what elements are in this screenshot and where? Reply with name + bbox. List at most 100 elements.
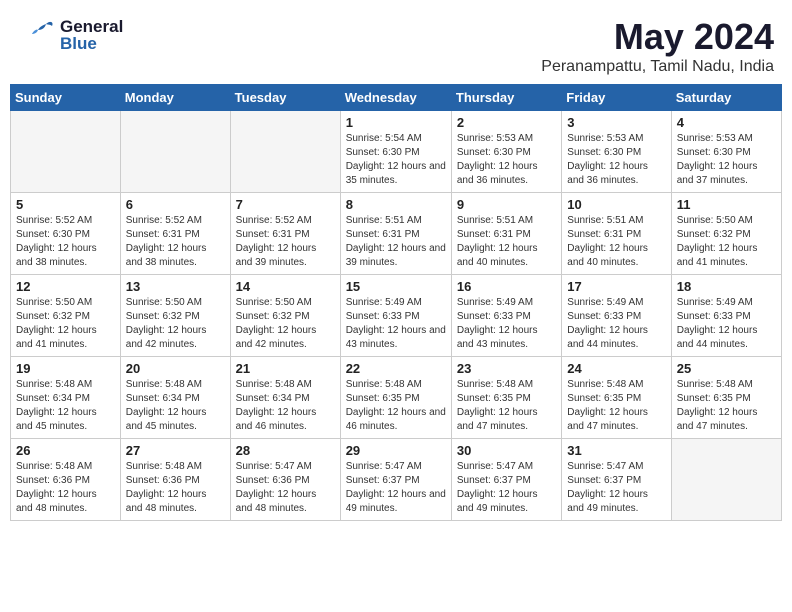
day-number: 30 [457, 443, 556, 458]
calendar-day-cell: 23Sunrise: 5:48 AMSunset: 6:35 PMDayligh… [451, 357, 561, 439]
day-number: 8 [346, 197, 446, 212]
calendar-day-cell: 10 Sunrise: 5:51 AMSunset: 6:31 PMDayligh… [562, 193, 671, 275]
day-number: 9 [457, 197, 556, 212]
calendar-day-cell: 5Sunrise: 5:52 AMSunset: 6:30 PMDaylight… [11, 193, 121, 275]
calendar-day-cell: 31Sunrise: 5:47 AMSunset: 6:37 PMDayligh… [562, 439, 671, 521]
day-number: 26 [16, 443, 115, 458]
day-number: 21 [236, 361, 335, 376]
day-info: Sunrise: 5:51 AMSunset: 6:31 PMDaylight:… [346, 214, 446, 270]
day-info: Sunrise: 5:47 AMSunset: 6:36 PMDaylight:… [236, 460, 335, 516]
weekday-header: Thursday [451, 85, 561, 111]
day-number: 24 [567, 361, 665, 376]
calendar-week-row: 1 Sunrise: 5:54 AMSunset: 6:30 PMDaylight… [11, 111, 782, 193]
day-info: Sunrise: 5:53 AMSunset: 6:30 PMDaylight:… [457, 132, 556, 188]
page-title: May 2024 [541, 16, 774, 58]
day-info: Sunrise: 5:50 AMSunset: 6:32 PMDaylight:… [236, 296, 335, 352]
logo-blue: Blue [60, 35, 123, 52]
calendar-day-cell: 14Sunrise: 5:50 AMSunset: 6:32 PMDayligh… [230, 275, 340, 357]
day-number: 28 [236, 443, 335, 458]
day-info: Sunrise: 5:53 AMSunset: 6:30 PMDaylight:… [677, 132, 776, 188]
day-info: Sunrise: 5:47 AMSunset: 6:37 PMDaylight:… [346, 460, 446, 516]
day-info: Sunrise: 5:47 AMSunset: 6:37 PMDaylight:… [457, 460, 556, 516]
logo-text: General Blue [60, 18, 123, 52]
title-block: May 2024 Peranampattu, Tamil Nadu, India [541, 16, 774, 76]
weekday-header: Tuesday [230, 85, 340, 111]
day-number: 29 [346, 443, 446, 458]
day-info: Sunrise: 5:50 AMSunset: 6:32 PMDaylight:… [126, 296, 225, 352]
calendar-day-cell: 12 Sunrise: 5:50 AMSunset: 6:32 PMDayligh… [11, 275, 121, 357]
calendar-day-cell: 8 Sunrise: 5:51 AMSunset: 6:31 PMDaylight… [340, 193, 451, 275]
day-info: Sunrise: 5:52 AMSunset: 6:31 PMDaylight:… [126, 214, 225, 270]
calendar-day-cell [671, 439, 781, 521]
calendar-day-cell [11, 111, 121, 193]
calendar-day-cell: 19 Sunrise: 5:48 AMSunset: 6:34 PMDayligh… [11, 357, 121, 439]
day-number: 5 [16, 197, 115, 212]
day-info: Sunrise: 5:47 AMSunset: 6:37 PMDaylight:… [567, 460, 665, 516]
day-info: Sunrise: 5:48 AMSunset: 6:34 PMDaylight:… [16, 378, 115, 434]
day-info: Sunrise: 5:48 AMSunset: 6:35 PMDaylight:… [677, 378, 776, 434]
day-number: 4 [677, 115, 776, 130]
day-info: Sunrise: 5:48 AMSunset: 6:34 PMDaylight:… [126, 378, 225, 434]
day-number: 25 [677, 361, 776, 376]
day-info: Sunrise: 5:48 AMSunset: 6:34 PMDaylight:… [236, 378, 335, 434]
day-info: Sunrise: 5:49 AMSunset: 6:33 PMDaylight:… [346, 296, 446, 352]
calendar-day-cell: 11 Sunrise: 5:50 AMSunset: 6:32 PMDayligh… [671, 193, 781, 275]
calendar-day-cell: 17 Sunrise: 5:49 AMSunset: 6:33 PMDayligh… [562, 275, 671, 357]
calendar-day-cell: 16 Sunrise: 5:49 AMSunset: 6:33 PMDayligh… [451, 275, 561, 357]
day-number: 12 [16, 279, 115, 294]
day-info: Sunrise: 5:49 AMSunset: 6:33 PMDaylight:… [457, 296, 556, 352]
day-number: 10 [567, 197, 665, 212]
calendar-day-cell: 22Sunrise: 5:48 AMSunset: 6:35 PMDayligh… [340, 357, 451, 439]
calendar-day-cell: 3 Sunrise: 5:53 AMSunset: 6:30 PMDaylight… [562, 111, 671, 193]
day-info: Sunrise: 5:50 AMSunset: 6:32 PMDaylight:… [677, 214, 776, 270]
day-number: 3 [567, 115, 665, 130]
day-number: 6 [126, 197, 225, 212]
calendar-day-cell: 24 Sunrise: 5:48 AMSunset: 6:35 PMDayligh… [562, 357, 671, 439]
day-number: 11 [677, 197, 776, 212]
day-info: Sunrise: 5:51 AMSunset: 6:31 PMDaylight:… [567, 214, 665, 270]
day-number: 23 [457, 361, 556, 376]
day-number: 22 [346, 361, 446, 376]
day-number: 20 [126, 361, 225, 376]
calendar-day-cell: 9Sunrise: 5:51 AMSunset: 6:31 PMDaylight… [451, 193, 561, 275]
calendar-day-cell: 20 Sunrise: 5:48 AMSunset: 6:34 PMDayligh… [120, 357, 230, 439]
calendar-day-cell: 26 Sunrise: 5:48 AMSunset: 6:36 PMDayligh… [11, 439, 121, 521]
day-number: 19 [16, 361, 115, 376]
day-number: 16 [457, 279, 556, 294]
calendar-week-row: 5Sunrise: 5:52 AMSunset: 6:30 PMDaylight… [11, 193, 782, 275]
weekday-header: Monday [120, 85, 230, 111]
day-info: Sunrise: 5:52 AMSunset: 6:31 PMDaylight:… [236, 214, 335, 270]
calendar-week-row: 12 Sunrise: 5:50 AMSunset: 6:32 PMDayligh… [11, 275, 782, 357]
calendar-day-cell: 7 Sunrise: 5:52 AMSunset: 6:31 PMDaylight… [230, 193, 340, 275]
logo: General Blue [18, 16, 123, 54]
day-info: Sunrise: 5:48 AMSunset: 6:35 PMDaylight:… [567, 378, 665, 434]
calendar-week-row: 19 Sunrise: 5:48 AMSunset: 6:34 PMDayligh… [11, 357, 782, 439]
calendar-day-cell: 25 Sunrise: 5:48 AMSunset: 6:35 PMDayligh… [671, 357, 781, 439]
calendar-header-row: SundayMondayTuesdayWednesdayThursdayFrid… [11, 85, 782, 111]
calendar-day-cell: 27Sunrise: 5:48 AMSunset: 6:36 PMDayligh… [120, 439, 230, 521]
calendar-day-cell [120, 111, 230, 193]
day-number: 17 [567, 279, 665, 294]
weekday-header: Wednesday [340, 85, 451, 111]
page-subtitle: Peranampattu, Tamil Nadu, India [541, 58, 774, 76]
day-number: 7 [236, 197, 335, 212]
logo-general: General [60, 18, 123, 35]
day-info: Sunrise: 5:49 AMSunset: 6:33 PMDaylight:… [567, 296, 665, 352]
day-number: 1 [346, 115, 446, 130]
calendar-day-cell: 2Sunrise: 5:53 AMSunset: 6:30 PMDaylight… [451, 111, 561, 193]
day-info: Sunrise: 5:53 AMSunset: 6:30 PMDaylight:… [567, 132, 665, 188]
logo-icon [18, 16, 56, 54]
calendar-day-cell: 18Sunrise: 5:49 AMSunset: 6:33 PMDayligh… [671, 275, 781, 357]
calendar-day-cell: 28 Sunrise: 5:47 AMSunset: 6:36 PMDayligh… [230, 439, 340, 521]
calendar-day-cell: 21 Sunrise: 5:48 AMSunset: 6:34 PMDayligh… [230, 357, 340, 439]
day-info: Sunrise: 5:54 AMSunset: 6:30 PMDaylight:… [346, 132, 446, 188]
day-number: 27 [126, 443, 225, 458]
day-info: Sunrise: 5:49 AMSunset: 6:33 PMDaylight:… [677, 296, 776, 352]
calendar-day-cell: 6 Sunrise: 5:52 AMSunset: 6:31 PMDaylight… [120, 193, 230, 275]
page-header: General Blue May 2024 Peranampattu, Tami… [10, 10, 782, 76]
day-info: Sunrise: 5:50 AMSunset: 6:32 PMDaylight:… [16, 296, 115, 352]
calendar-day-cell: 13Sunrise: 5:50 AMSunset: 6:32 PMDayligh… [120, 275, 230, 357]
day-info: Sunrise: 5:48 AMSunset: 6:36 PMDaylight:… [16, 460, 115, 516]
weekday-header: Saturday [671, 85, 781, 111]
calendar-day-cell: 29 Sunrise: 5:47 AMSunset: 6:37 PMDayligh… [340, 439, 451, 521]
